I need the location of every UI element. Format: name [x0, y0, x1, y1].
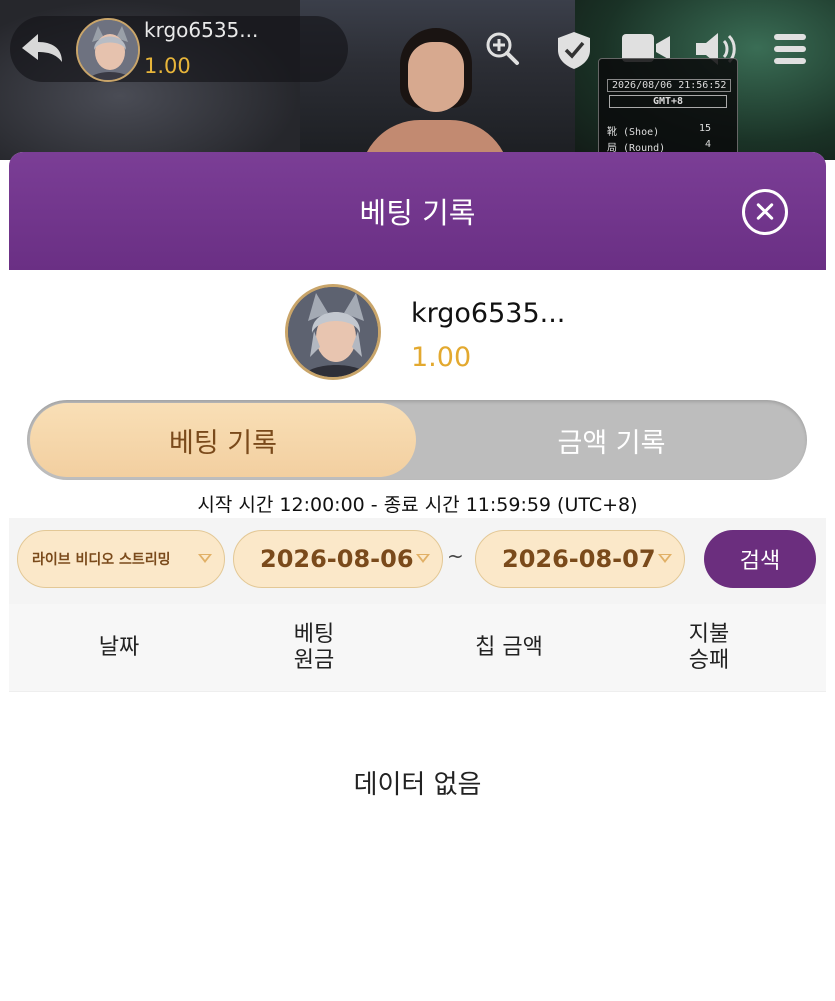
scorecard-datetime: 2026/08/06 21:56:52	[607, 79, 732, 92]
zoom-in-icon[interactable]	[484, 30, 520, 66]
user-avatar	[285, 284, 381, 380]
start-date-picker[interactable]: 2026-08-06	[233, 530, 443, 588]
close-icon[interactable]	[742, 189, 788, 235]
modal-header: 베팅 기록	[9, 152, 826, 270]
table-header: 날짜 베팅 원금 칩 금액 지불 승패	[9, 604, 826, 692]
player-balance: 1.00	[144, 54, 191, 78]
shoe-label: 靴 (Shoe)	[607, 127, 660, 138]
shoe-value: 15	[698, 123, 711, 134]
round-value: 4	[704, 139, 711, 150]
end-date-value: 2026-08-07	[502, 545, 656, 573]
column-date-label: 날짜	[98, 635, 140, 660]
betting-record-modal: 베팅 기록 krgo6535... 1.00 베팅 기록 금액 기록 시작 시간…	[9, 152, 826, 1001]
column-payout-result-line1: 지불	[688, 622, 730, 647]
scorecard-shoe: 靴 (Shoe) 15	[607, 123, 731, 138]
menu-icon[interactable]	[772, 30, 808, 68]
tab-amount-record[interactable]: 금액 기록	[419, 403, 804, 477]
scorecard-timezone: GMT+8	[609, 95, 727, 108]
column-date: 날짜	[19, 604, 219, 692]
empty-state-message: 데이터 없음	[353, 770, 482, 800]
chevron-down-icon	[198, 554, 212, 563]
game-type-select[interactable]: 라이브 비디오 스트리밍	[17, 530, 225, 588]
tab-betting-record[interactable]: 베팅 기록	[30, 403, 416, 477]
date-separator: ~	[447, 544, 464, 568]
record-tabs: 베팅 기록 금액 기록	[27, 400, 807, 480]
user-name: krgo6535...	[411, 298, 566, 329]
column-payout-result-line2: 승패	[688, 648, 730, 673]
modal-title: 베팅 기록	[359, 196, 476, 230]
filter-bar: 라이브 비디오 스트리밍 2026-08-06 ~ 2026-08-07 검색	[9, 518, 826, 604]
column-bet-principal-line2: 원금	[293, 648, 335, 673]
live-game-background: krgo6535... 1.00 2026/08/06 21:56:52 GMT…	[0, 0, 835, 160]
column-bet-principal: 베팅 원금	[219, 604, 409, 692]
chevron-down-icon	[658, 554, 672, 563]
user-balance: 1.00	[411, 342, 472, 373]
game-type-value: 라이브 비디오 스트리밍	[32, 552, 171, 568]
time-range-note: 시작 시간 12:00:00 - 종료 시간 11:59:59 (UTC+8)	[197, 494, 638, 516]
search-button[interactable]: 검색	[704, 530, 816, 588]
shoe-round-scorecard: 2026/08/06 21:56:52 GMT+8 靴 (Shoe) 15 局 …	[598, 58, 738, 158]
end-date-picker[interactable]: 2026-08-07	[475, 530, 685, 588]
shield-check-icon[interactable]	[556, 30, 592, 70]
back-icon[interactable]	[18, 28, 66, 68]
column-chip-amount: 칩 금액	[409, 604, 609, 692]
player-name: krgo6535...	[144, 18, 259, 42]
column-payout-result: 지불 승패	[609, 604, 809, 692]
start-date-value: 2026-08-06	[260, 545, 414, 573]
column-chip-amount-label: 칩 금액	[475, 635, 543, 660]
player-avatar[interactable]	[76, 18, 140, 82]
column-bet-principal-line1: 베팅	[293, 622, 335, 647]
chevron-down-icon	[416, 554, 430, 563]
